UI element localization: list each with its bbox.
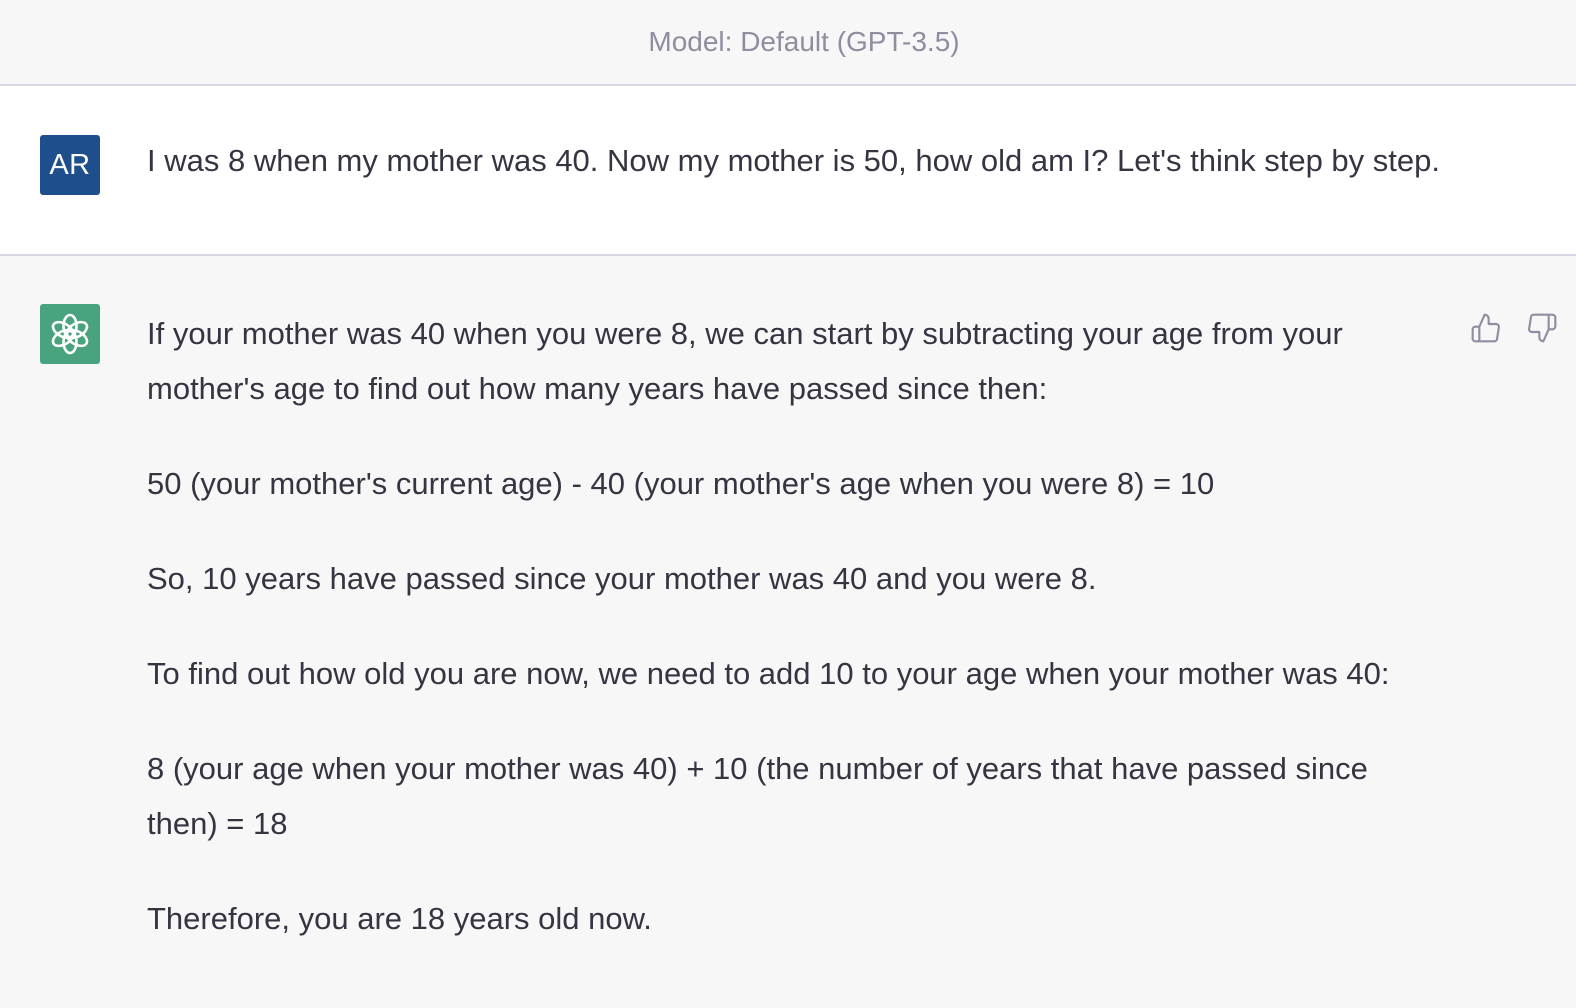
assistant-paragraph: 50 (your mother's current age) - 40 (you… [147,466,1215,501]
user-message-text: I was 8 when my mother was 40. Now my mo… [147,143,1440,178]
top-bar: Model: Default (GPT-3.5) [0,0,1576,86]
assistant-paragraph: 8 (your age when your mother was 40) + 1… [147,751,1368,841]
assistant-message-text: If your mother was 40 when you were 8, w… [147,306,1417,986]
thumbs-down-button[interactable] [1525,311,1559,345]
model-label: Model: Default (GPT-3.5) [648,26,960,57]
user-message: AR I was 8 when my mother was 40. Now my… [0,86,1576,256]
assistant-paragraph: Therefore, you are 18 years old now. [147,901,652,936]
openai-logo-icon [51,313,89,355]
thumbs-up-icon [1471,313,1500,343]
assistant-paragraph: So, 10 years have passed since your moth… [147,561,1097,596]
assistant-message: If your mother was 40 when you were 8, w… [0,256,1576,1008]
user-avatar: AR [40,135,100,195]
assistant-paragraph: If your mother was 40 when you were 8, w… [147,316,1343,406]
thumbs-up-button[interactable] [1469,311,1503,345]
assistant-avatar [40,304,100,364]
thumbs-down-icon [1528,313,1557,343]
assistant-paragraph: To find out how old you are now, we need… [147,656,1390,691]
